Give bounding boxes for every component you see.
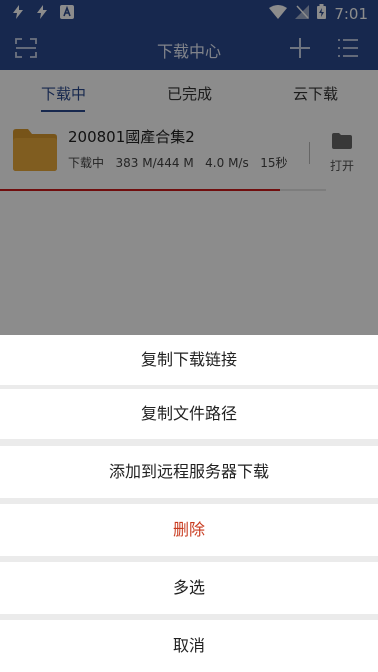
add-remote-download-option[interactable]: 添加到远程服务器下载 <box>0 446 378 498</box>
cancel-option[interactable]: 取消 <box>0 620 378 672</box>
copy-download-link-option[interactable]: 复制下载链接 <box>0 335 378 385</box>
copy-file-path-option[interactable]: 复制文件路径 <box>0 389 378 439</box>
delete-option[interactable]: 删除 <box>0 504 378 556</box>
multi-select-option[interactable]: 多选 <box>0 562 378 614</box>
action-sheet: 复制下载链接 复制文件路径 添加到远程服务器下载 删除 多选 取消 <box>0 335 378 672</box>
